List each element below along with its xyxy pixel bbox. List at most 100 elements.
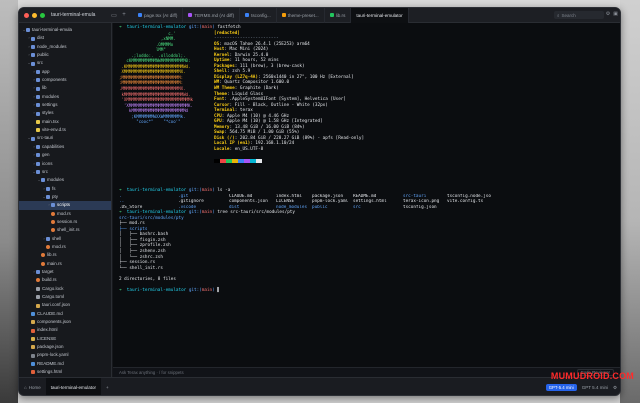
sidebar-item[interactable]: › gen [19, 151, 111, 159]
json-icon [31, 320, 35, 325]
sidebar-item[interactable]: › styles [19, 109, 111, 117]
layout-icon[interactable]: ▣ [613, 11, 618, 17]
sidebar-item[interactable]: CLAUDE.md [19, 310, 111, 318]
tab-bar: page.tsx (AI diff) TERMS.md (AI diff) tsco… [133, 8, 409, 23]
sidebar-item[interactable]: vite-env.d.ts [19, 126, 111, 134]
sidebar-item[interactable]: shell_init.rs [19, 226, 111, 234]
system-info: [redacted] ------------------------- OS:… [214, 31, 364, 163]
sidebar-item[interactable]: mod.rs [19, 210, 111, 218]
model-chip[interactable]: GPT-5.4 mini [545, 384, 577, 391]
sidebar-item[interactable]: › icons [19, 160, 111, 168]
sidebar-item[interactable]: › dist [19, 34, 111, 42]
sidebar-item[interactable]: ⌄ pty [19, 193, 111, 201]
sidebar-item[interactable]: components.json [19, 318, 111, 326]
sidebar-item-label: mod.rs [52, 243, 66, 249]
tab-0[interactable]: page.tsx (AI diff) [133, 8, 184, 23]
sidebar-item-label: pnpm-lock.yaml [37, 352, 69, 358]
tab-1[interactable]: TERMS.md (AI diff) [183, 8, 241, 23]
sidebar-item[interactable]: build.rs [19, 276, 111, 284]
sidebar-item[interactable]: › settings [19, 101, 111, 109]
sidebar-item[interactable]: main.rs [19, 260, 111, 268]
sidebar-item-label: public [37, 52, 49, 58]
sidebar-item-label: Cargo.toml [42, 294, 65, 299]
sidebar-item[interactable]: › app [19, 68, 111, 76]
sidebar-item[interactable]: › shell [19, 235, 111, 243]
sidebar-item[interactable]: › node_modules [19, 43, 111, 51]
sidebar-item-label: gen [42, 152, 50, 158]
settings-icon[interactable]: ⚙ [613, 385, 617, 391]
tab-4[interactable]: lib.rs [325, 8, 352, 23]
prompt-dir: tauri-terminal-emulator [126, 25, 187, 30]
sidebar-item[interactable]: session.rs [19, 218, 111, 226]
sidebar-item[interactable]: › modules [19, 93, 111, 101]
project-title[interactable]: tauri-terminal-emula [49, 12, 109, 18]
gear-icon[interactable]: ⚙ [606, 11, 610, 17]
folder-icon [36, 153, 40, 158]
terminal-tab[interactable]: tauri-terminal-emulator [45, 377, 101, 395]
info-key: Font [214, 97, 225, 103]
sidebar-item[interactable]: Cargo.lock [19, 285, 111, 293]
sidebar-item[interactable]: ⌄ src [19, 168, 111, 176]
sidebar-item[interactable]: ⌄ src-tauri [19, 134, 111, 142]
sidebar-item[interactable]: ⌄ tauri-terminal-emula [19, 26, 111, 34]
file-type-icon [281, 13, 286, 17]
new-file-icon[interactable]: + [119, 12, 129, 18]
sidebar-item-label: CLAUDE.md [37, 310, 63, 316]
ai-input-bar[interactable]: Ask Terax anything · / for snippets Code… [113, 367, 620, 377]
sidebar-item[interactable]: › target [19, 268, 111, 276]
window-controls [19, 12, 49, 18]
add-tab-button[interactable]: + [101, 378, 114, 396]
info-value: Apple M4 (10) @ 4.46 GHz [226, 113, 290, 119]
prompt-line: ➜ tauri-terminal-emulator git:(main) fas… [119, 25, 241, 30]
sidebar-item-label: target [42, 268, 54, 274]
sidebar-item[interactable]: Cargo.toml [19, 293, 111, 301]
info-key: WM Theme [214, 85, 235, 91]
terminal-pane[interactable]: ➜ tauri-terminal-emulator git:(main) fas… [113, 23, 620, 367]
tab-5[interactable]: tauri-terminal-emulator [351, 8, 409, 23]
home-tab[interactable]: ⌂ Home [19, 378, 46, 396]
folder-icon [36, 270, 40, 275]
minimize-window-button[interactable] [32, 12, 37, 18]
sidebar-item-label: modules [42, 93, 60, 99]
search-input[interactable]: ⌕ Search [554, 11, 604, 19]
sidebar-toggle-icon[interactable]: ▭ [109, 12, 119, 19]
sidebar-item[interactable]: main.tsx [19, 118, 111, 126]
info-value: en_US.UTF-8 [234, 146, 264, 152]
sidebar-item[interactable]: ⌄ src [19, 59, 111, 67]
close-window-button[interactable] [24, 12, 29, 18]
sidebar-item[interactable]: index.html [19, 326, 111, 334]
toml-icon [36, 286, 40, 291]
sidebar-item[interactable]: ⌄ modules [19, 176, 111, 184]
sidebar-item[interactable]: pnpm-lock.yaml [19, 351, 111, 359]
sidebar-item[interactable]: tauri.conf.json [19, 301, 111, 309]
sidebar-item-label: src [37, 60, 43, 66]
sidebar-item[interactable]: › fs [19, 185, 111, 193]
sidebar-item[interactable]: README.md [19, 360, 111, 368]
sidebar-item[interactable]: LICENSE [19, 335, 111, 343]
tab-3[interactable]: theme-preset... [277, 8, 325, 23]
sidebar-item[interactable]: › public [19, 51, 111, 59]
sidebar-item-label: shell [52, 235, 62, 241]
sidebar-item[interactable]: mod.rs [19, 243, 111, 251]
status-right: GPT-5.4 mini GPT 5.4 mini ⚙ [545, 384, 620, 391]
sidebar-item[interactable]: package.json [19, 343, 111, 351]
home-icon: ⌂ [24, 385, 27, 390]
info-value: terax [239, 108, 253, 114]
md-icon [31, 311, 35, 316]
title-bar: tauri-terminal-emula ▭ + page.tsx (AI di… [19, 8, 620, 23]
sidebar-item[interactable]: › scripts [19, 201, 111, 210]
sidebar-item[interactable]: › capabilities [19, 143, 111, 151]
rs-icon [51, 220, 55, 225]
file-type-icon [245, 13, 250, 17]
sidebar-item-label: index.html [37, 327, 58, 333]
status-bar: ⌂ Home tauri-terminal-emulator + GPT-5.4… [19, 377, 620, 396]
sidebar-item[interactable]: settings.html [19, 368, 111, 376]
tree-output: src-tauri/src/modules/pty ├── mod.rs ├── s… [119, 216, 491, 271]
sidebar-item[interactable]: › components [19, 76, 111, 84]
tab-2[interactable]: tsconfig... [240, 8, 277, 23]
folder-icon [36, 170, 40, 175]
sidebar-item[interactable]: lib.rs [19, 251, 111, 259]
zoom-window-button[interactable] [40, 12, 45, 18]
sidebar-item[interactable]: › lib [19, 84, 111, 92]
info-value: Apple M4 (10) @ 1.58 GHz [Integrated] [226, 119, 323, 125]
